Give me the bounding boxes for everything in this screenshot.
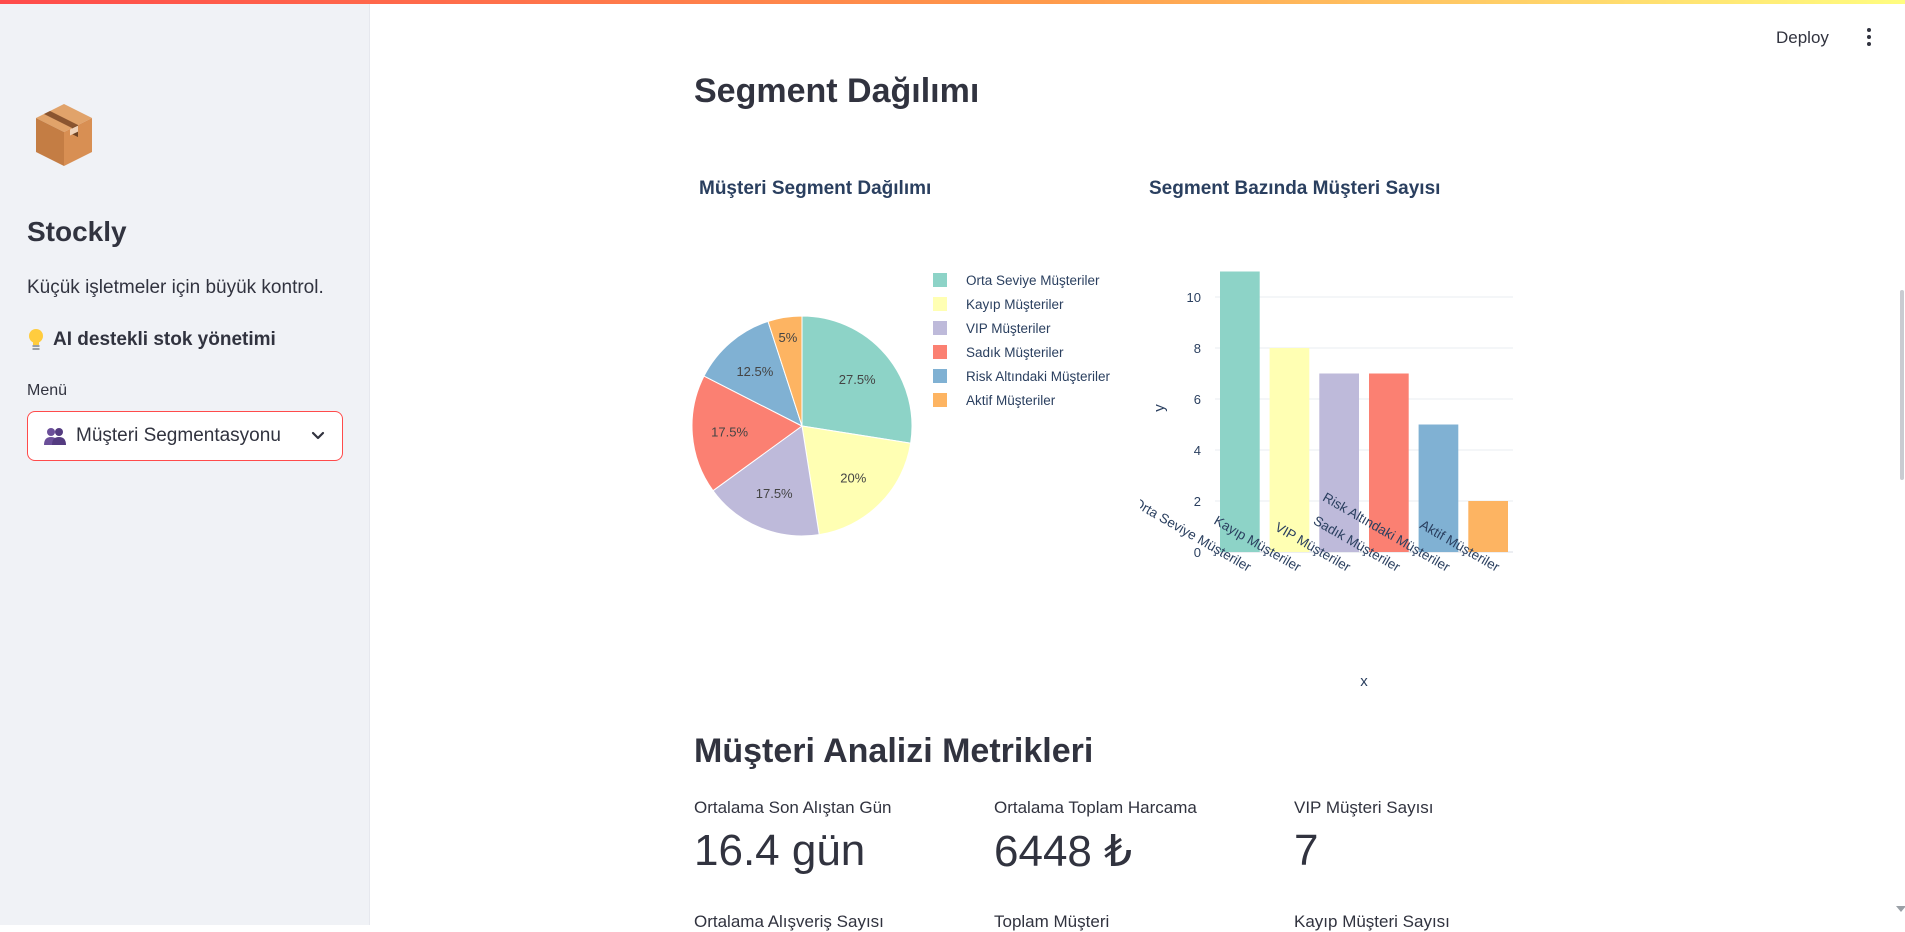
bar-chart-title: Segment Bazında Müşteri Sayısı bbox=[1149, 178, 1441, 199]
legend-entry: Sadık Müşteriler bbox=[966, 345, 1064, 360]
pie-chart-title: Müşteri Segment Dağılımı bbox=[699, 178, 932, 199]
app-brand-title: Stockly bbox=[27, 216, 127, 247]
top-decoration-bar bbox=[0, 0, 1905, 4]
legend-entry: Risk Altındaki Müşteriler bbox=[966, 369, 1111, 384]
pie-slice-label: 17.5% bbox=[711, 425, 748, 440]
page-scrollbar[interactable] bbox=[1900, 290, 1904, 480]
package-box-icon bbox=[36, 104, 92, 166]
legend-swatch bbox=[933, 369, 947, 383]
y-tick-label: 8 bbox=[1194, 341, 1201, 356]
x-axis-label: x bbox=[1360, 673, 1368, 690]
pie-slice-label: 12.5% bbox=[736, 364, 773, 379]
scroll-down-arrow-icon[interactable] bbox=[1896, 906, 1905, 912]
ai-feature-line: AI destekli stok yönetimi bbox=[27, 328, 276, 352]
section-title-segment: Segment Dağılımı bbox=[694, 72, 980, 110]
pie-slice-label: 20% bbox=[840, 470, 866, 485]
legend-swatch bbox=[933, 345, 947, 359]
legend-entry: Aktif Müşteriler bbox=[966, 393, 1056, 408]
metric-label: Ortalama Alışveriş Sayısı bbox=[694, 912, 884, 931]
more-options-icon[interactable] bbox=[1865, 28, 1873, 48]
metric-label: Kayıp Müşteri Sayısı bbox=[1294, 912, 1450, 931]
legend-entry: VIP Müşteriler bbox=[966, 321, 1051, 336]
pie-slice-label: 27.5% bbox=[839, 372, 876, 387]
metric-label: Ortalama Toplam Harcama bbox=[994, 798, 1197, 817]
bar bbox=[1220, 271, 1260, 552]
sidebar: Stockly Küçük işletmeler için büyük kont… bbox=[0, 0, 370, 925]
metric-value: 7 bbox=[1294, 826, 1319, 875]
legend-swatch bbox=[933, 297, 947, 311]
y-axis-label: y bbox=[1151, 404, 1168, 412]
legend-swatch bbox=[933, 273, 947, 287]
app-tagline: Küçük işletmeler için büyük kontrol. bbox=[27, 277, 324, 298]
metric-label: VIP Müşteri Sayısı bbox=[1294, 798, 1434, 817]
legend-entry: Kayıp Müşteriler bbox=[966, 297, 1064, 312]
metric-label: Ortalama Son Alıştan Gün bbox=[694, 798, 892, 817]
pie-slice-label: 5% bbox=[779, 330, 798, 345]
deploy-button[interactable]: Deploy bbox=[1776, 28, 1829, 48]
section-title-metrics: Müşteri Analizi Metrikleri bbox=[694, 732, 1094, 770]
pie-slice-label: 17.5% bbox=[756, 486, 793, 501]
legend-swatch bbox=[933, 321, 947, 335]
y-tick-label: 6 bbox=[1194, 392, 1201, 407]
people-icon bbox=[44, 428, 66, 445]
menu-select-value: Müşteri Segmentasyonu bbox=[76, 425, 281, 446]
menu-label: Menü bbox=[27, 382, 68, 399]
bar-chart: 0246810Orta Seviye MüşterilerKayıp Müşte… bbox=[1140, 271, 1513, 690]
bar bbox=[1269, 348, 1310, 552]
pie-chart: 27.5% 20% 17.5% 17.5% 12.5% 5% Orta Seviye Müş… bbox=[691, 273, 1111, 537]
metric-value: 16.4 gün bbox=[694, 826, 866, 875]
light-bulb-icon bbox=[29, 329, 43, 350]
menu-select[interactable]: Müşteri Segmentasyonu bbox=[27, 411, 343, 461]
ai-feature-text: AI destekli stok yönetimi bbox=[53, 329, 276, 350]
y-tick-label: 4 bbox=[1194, 443, 1201, 458]
legend-swatch bbox=[933, 393, 947, 407]
chevron-down-icon bbox=[311, 431, 325, 440]
metric-value: 6448 ₺ bbox=[994, 827, 1133, 876]
legend-entry: Orta Seviye Müşteriler bbox=[966, 273, 1100, 288]
y-tick-label: 2 bbox=[1194, 494, 1201, 509]
y-tick-label: 10 bbox=[1187, 290, 1201, 305]
metric-label: Toplam Müşteri bbox=[994, 912, 1110, 931]
